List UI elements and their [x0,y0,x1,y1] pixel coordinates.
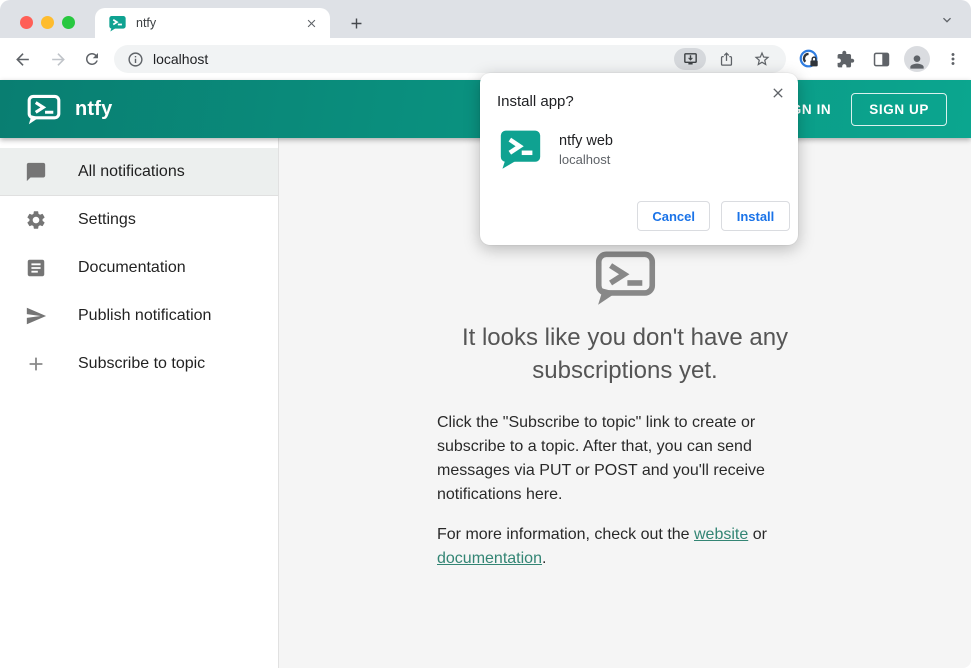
sidebar-item-label: Publish notification [78,307,212,324]
menu-dots-icon[interactable] [940,46,966,72]
gear-icon [25,209,47,231]
website-link[interactable]: website [694,526,748,543]
dialog-title: Install app? [497,93,574,110]
sidebar-item-documentation[interactable]: Documentation [0,244,278,292]
sidebar-item-label: Documentation [78,259,186,276]
traffic-lights [20,16,75,29]
password-manager-extension-icon[interactable] [796,46,822,72]
extension-area [796,46,966,72]
sign-up-button[interactable]: SIGN UP [851,92,947,126]
forward-button[interactable] [44,45,72,73]
install-app-omnibox-icon[interactable] [674,48,706,70]
new-tab-button[interactable] [344,11,368,35]
cancel-button[interactable]: Cancel [637,201,710,231]
ntfy-logo-icon [26,94,62,125]
window-zoom-button[interactable] [62,16,75,29]
url-text: localhost [153,51,209,67]
install-app-dialog: Install app? ntfy web localhost Cancel I… [480,73,798,245]
sidebar-item-subscribe-to-topic[interactable]: Subscribe to topic [0,340,278,388]
paragraph-text: . [541,550,547,567]
sidebar-item-label: Settings [78,211,136,228]
dialog-app-text: ntfy web localhost [559,133,613,167]
reload-button[interactable] [78,45,106,73]
sidebar-item-settings[interactable]: Settings [0,196,278,244]
empty-state-paragraph-links: For more information, check out the webs… [437,523,785,571]
sidebar: All notifications Settings Documentation… [0,138,279,668]
sidebar-item-all-notifications[interactable]: All notifications [0,148,278,196]
ntfy-favicon-icon [109,15,126,32]
site-info-icon[interactable] [126,50,144,68]
paragraph-text: or [748,526,767,543]
empty-state-paragraph: Click the "Subscribe to topic" link to c… [437,414,765,503]
chat-bubble-icon [25,161,47,183]
bookmark-star-icon[interactable] [746,48,778,70]
install-button[interactable]: Install [721,201,790,231]
dialog-app-name: ntfy web [559,132,613,149]
window-close-button[interactable] [20,16,33,29]
browser-window: ntfy localhost ntfy SIGN IN SIGN UP All … [0,0,971,668]
back-button[interactable] [8,45,36,73]
dialog-app-origin: localhost [559,151,611,167]
tab-strip: ntfy [0,0,971,38]
send-icon [25,305,47,327]
address-bar[interactable]: localhost [114,45,786,73]
window-minimize-button[interactable] [41,16,54,29]
dialog-app-row: ntfy web localhost [500,129,782,170]
dialog-close-icon[interactable] [767,82,789,104]
article-icon [25,257,47,279]
share-icon[interactable] [710,48,742,70]
ntfy-logo-gray-icon [594,250,657,306]
dialog-actions: Cancel Install [637,201,790,231]
profile-avatar-icon[interactable] [904,46,930,72]
sidebar-item-publish-notification[interactable]: Publish notification [0,292,278,340]
tab-close-icon[interactable] [302,14,320,32]
side-panel-icon[interactable] [868,46,894,72]
sidebar-item-label: All notifications [78,162,185,180]
ntfy-app-icon [500,129,541,170]
paragraph-text: For more information, check out the [437,526,694,543]
documentation-link[interactable]: documentation [437,550,542,567]
sidebar-item-label: Subscribe to topic [78,355,206,372]
plus-icon [25,353,47,375]
extensions-puzzle-icon[interactable] [832,46,858,72]
tab-title: ntfy [136,16,157,30]
tab-search-chevron-icon[interactable] [937,13,957,27]
empty-state-heading: It looks like you don't have any subscri… [461,324,789,384]
browser-tab-ntfy[interactable]: ntfy [95,8,330,38]
